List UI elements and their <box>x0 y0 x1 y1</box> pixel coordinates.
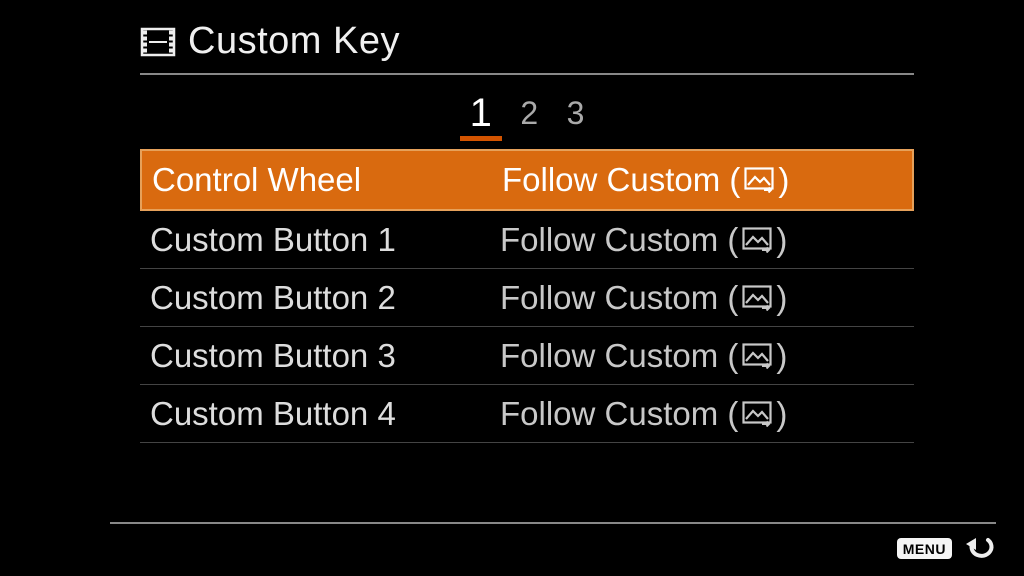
list-item[interactable]: Control Wheel Follow Custom ( ) <box>140 149 914 211</box>
list-item[interactable]: Custom Button 4 Follow Custom ( ) <box>140 385 914 443</box>
item-value: Follow Custom ( ) <box>500 395 904 433</box>
page-tab-3[interactable]: 3 <box>557 95 595 134</box>
item-value: Follow Custom ( ) <box>500 279 904 317</box>
item-value: Follow Custom ( ) <box>500 221 904 259</box>
list-item[interactable]: Custom Button 3 Follow Custom ( ) <box>140 327 914 385</box>
value-suffix: ) <box>776 279 787 317</box>
list-item[interactable]: Custom Button 1 Follow Custom ( ) <box>140 211 914 269</box>
value-prefix: Follow Custom ( <box>502 161 740 199</box>
page-tab-1[interactable]: 1 <box>460 91 502 141</box>
photo-mode-icon <box>742 227 772 253</box>
item-value: Follow Custom ( ) <box>500 337 904 375</box>
item-label: Custom Button 3 <box>150 337 500 375</box>
photo-mode-icon <box>742 285 772 311</box>
photo-mode-icon <box>744 167 774 193</box>
item-label: Custom Button 2 <box>150 279 500 317</box>
settings-list: Control Wheel Follow Custom ( ) Custom B… <box>140 149 914 443</box>
value-suffix: ) <box>776 337 787 375</box>
header: Custom Key <box>140 20 914 75</box>
list-item[interactable]: Custom Button 2 Follow Custom ( ) <box>140 269 914 327</box>
page-tabs: 1 2 3 <box>140 89 914 139</box>
value-prefix: Follow Custom ( <box>500 395 738 433</box>
footer: MENU <box>110 522 996 562</box>
value-prefix: Follow Custom ( <box>500 337 738 375</box>
value-suffix: ) <box>776 395 787 433</box>
photo-mode-icon <box>742 343 772 369</box>
value-suffix: ) <box>778 161 789 199</box>
menu-button[interactable]: MENU <box>897 538 952 559</box>
item-label: Control Wheel <box>152 161 502 199</box>
value-suffix: ) <box>776 221 787 259</box>
back-icon[interactable] <box>962 534 996 562</box>
value-prefix: Follow Custom ( <box>500 279 738 317</box>
page-tab-2[interactable]: 2 <box>510 95 548 134</box>
item-value: Follow Custom ( ) <box>502 161 902 199</box>
page-title: Custom Key <box>188 20 400 63</box>
film-strip-icon <box>140 27 176 57</box>
value-prefix: Follow Custom ( <box>500 221 738 259</box>
item-label: Custom Button 1 <box>150 221 500 259</box>
photo-mode-icon <box>742 401 772 427</box>
item-label: Custom Button 4 <box>150 395 500 433</box>
